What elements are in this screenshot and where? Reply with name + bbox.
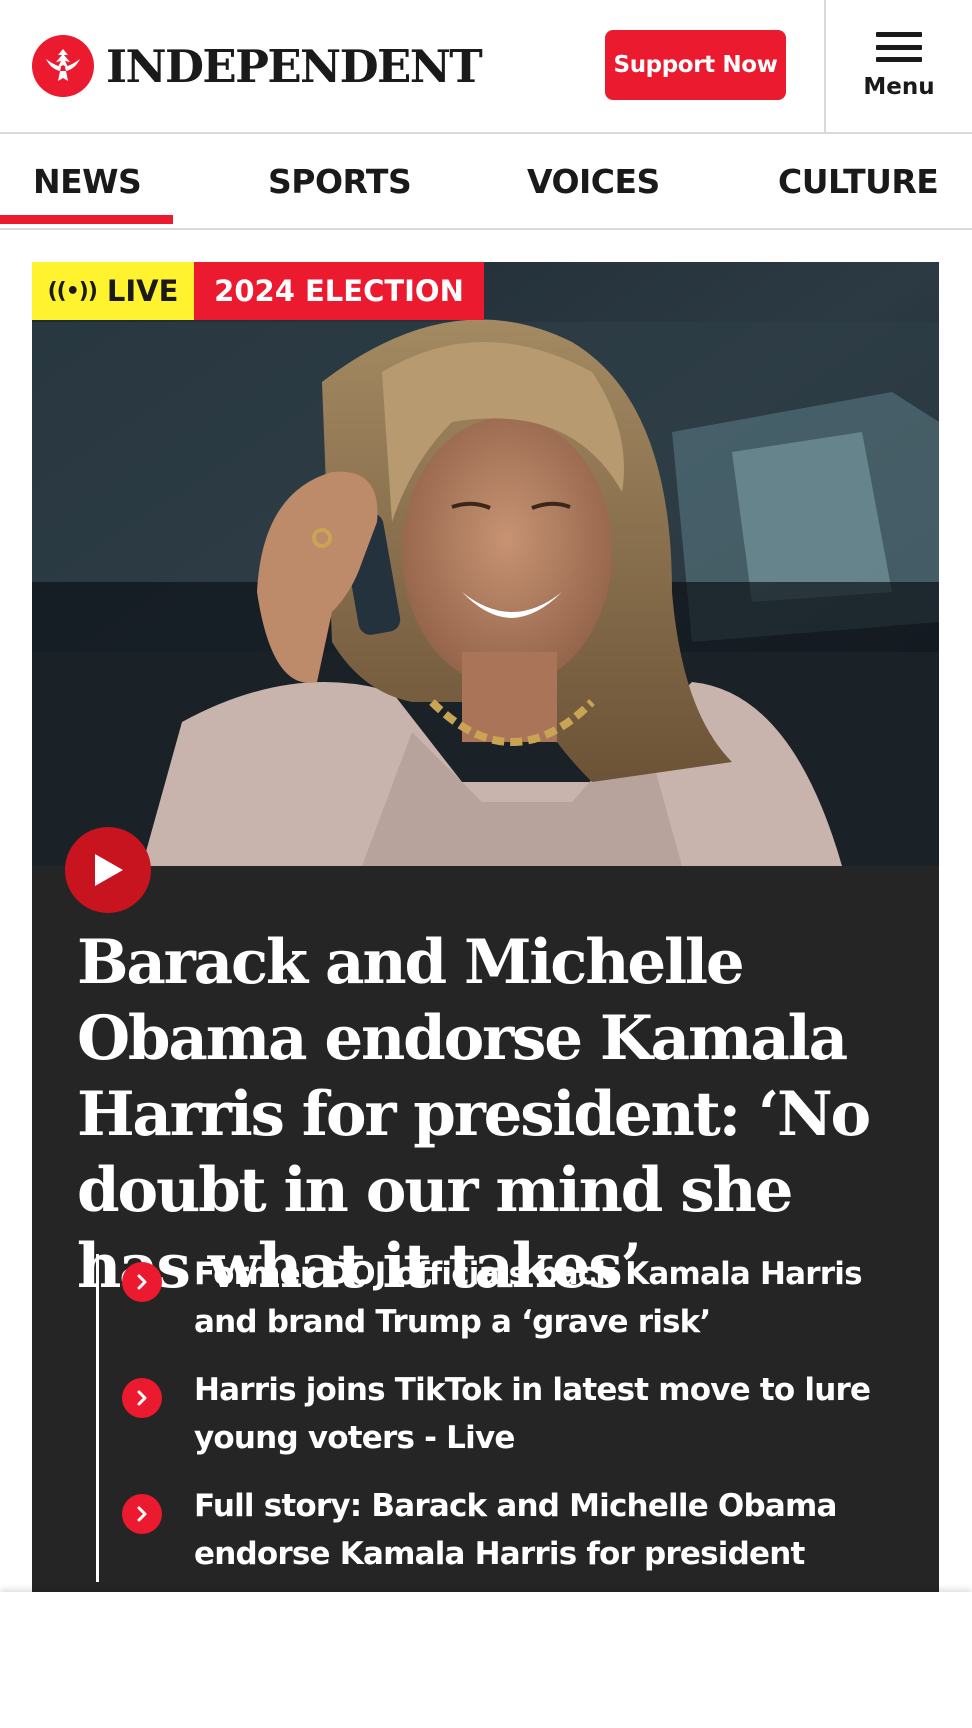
nav-tab-culture[interactable]: CULTURE: [778, 134, 939, 228]
menu-button[interactable]: Menu: [826, 0, 972, 132]
nav-tab-voices[interactable]: VOICES: [527, 134, 660, 228]
chevron-right-icon: [122, 1378, 162, 1418]
related-stories-list: Former DOJ officials back Kamala Harris …: [96, 1254, 916, 1582]
chevron-right-icon: [122, 1262, 162, 1302]
hero-video-thumbnail[interactable]: ((•)) LIVE 2024 ELECTION: [32, 262, 939, 866]
related-story-link[interactable]: Full story: Barack and Michelle Obama en…: [194, 1482, 894, 1578]
related-story-link[interactable]: Former DOJ officials back Kamala Harris …: [194, 1250, 894, 1346]
eagle-logo-icon: [32, 35, 94, 97]
logo-wordmark: INDEPENDENT: [106, 39, 483, 93]
live-badge: ((•)) LIVE: [32, 262, 194, 320]
play-video-button[interactable]: [65, 827, 151, 913]
broadcast-icon: ((•)): [47, 278, 98, 304]
site-header: INDEPENDENT Support Now Menu: [0, 0, 972, 134]
topic-tag-2024-election[interactable]: 2024 ELECTION: [194, 262, 484, 320]
menu-label: Menu: [863, 74, 935, 100]
nav-tab-news[interactable]: NEWS: [33, 134, 142, 228]
related-story-link[interactable]: Harris joins TikTok in latest move to lu…: [194, 1366, 894, 1462]
site-logo[interactable]: INDEPENDENT: [32, 35, 483, 97]
page-bottom-area: [0, 1592, 972, 1728]
support-now-button[interactable]: Support Now: [605, 30, 786, 100]
live-label: LIVE: [106, 274, 179, 308]
hamburger-icon: [876, 32, 922, 62]
play-icon: [95, 854, 123, 886]
section-nav: NEWS SPORTS VOICES CULTURE: [0, 134, 972, 230]
nav-tab-sports[interactable]: SPORTS: [268, 134, 412, 228]
hero-headline[interactable]: Barack and Michelle Obama endorse Kamala…: [77, 925, 907, 1305]
chevron-right-icon: [122, 1494, 162, 1534]
hero-story-card[interactable]: ((•)) LIVE 2024 ELECTION Barack and Mich…: [32, 262, 939, 1592]
active-tab-indicator: [0, 215, 173, 224]
